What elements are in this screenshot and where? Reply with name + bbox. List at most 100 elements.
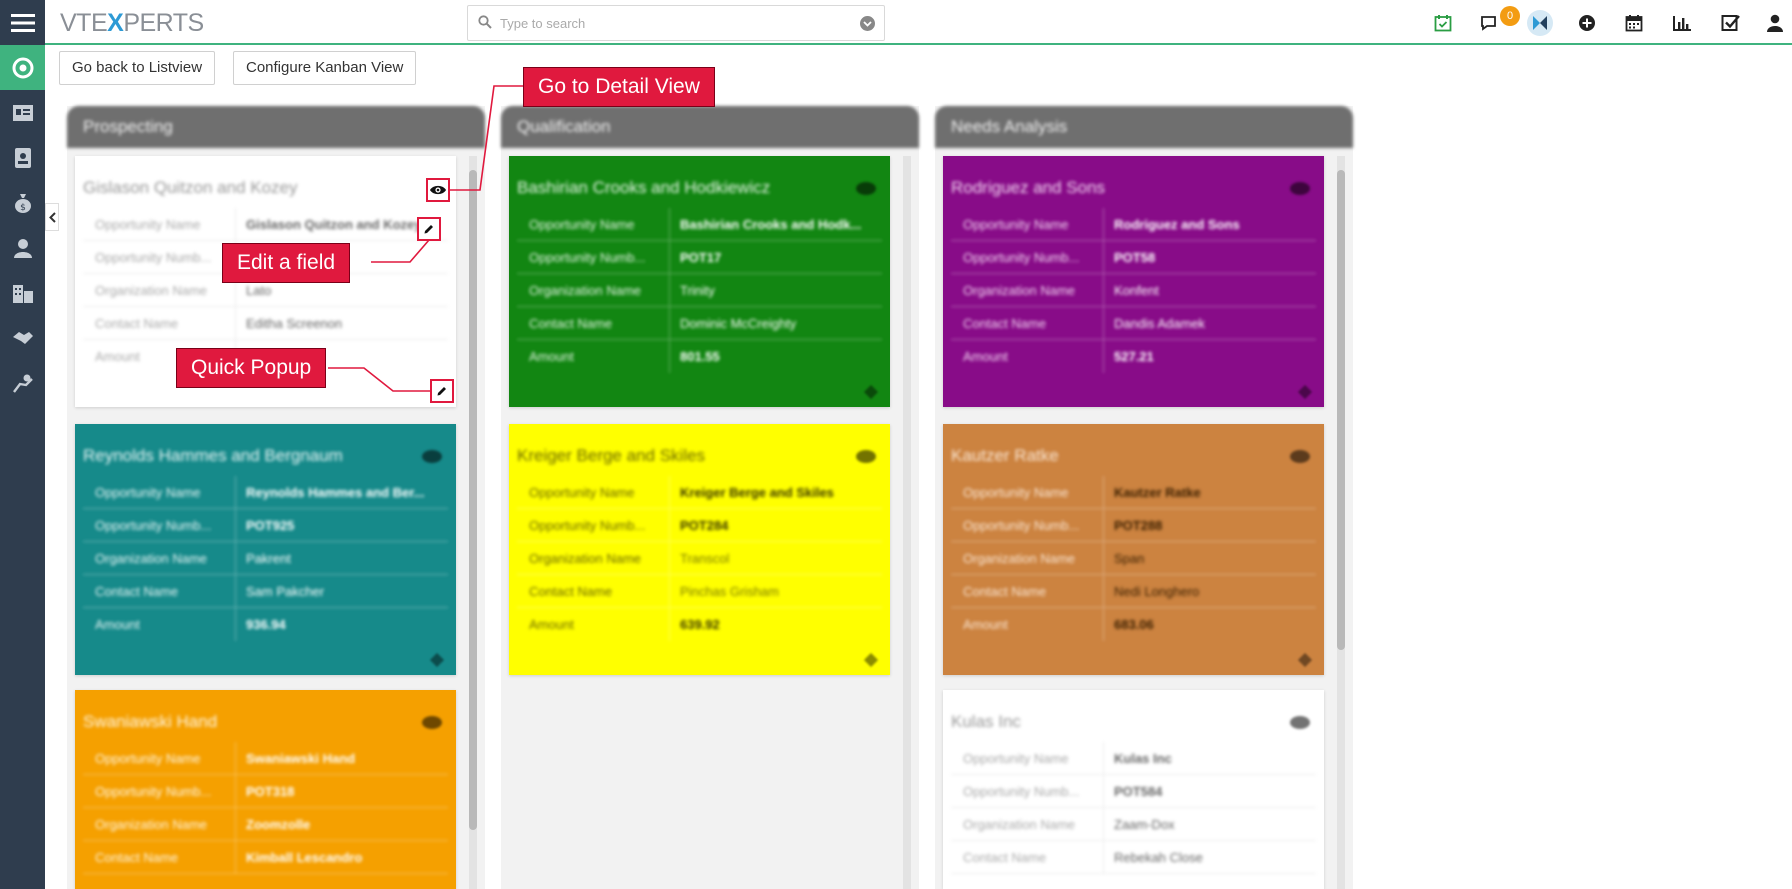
field-value[interactable]: POT284 [670, 509, 882, 541]
calendar-icon[interactable] [1623, 12, 1645, 34]
field-value[interactable]: 936.94 [236, 608, 448, 641]
column-scrollbar[interactable] [1337, 156, 1345, 889]
kanban-card[interactable]: Kautzer Ratke Opportunity Name Kautzer Ra… [943, 424, 1324, 675]
field-value[interactable]: 801.55 [670, 340, 882, 373]
quick-edit-pencil-icon[interactable] [1297, 652, 1313, 668]
configure-kanban-view-button[interactable]: Configure Kanban View [233, 51, 417, 85]
field-value[interactable]: POT318 [236, 775, 448, 807]
go-to-detail-view-button[interactable] [426, 178, 450, 202]
field-value[interactable]: 639.92 [670, 608, 882, 641]
field-value-link[interactable]: Sam Pakcher [236, 575, 448, 607]
card-footer [83, 641, 448, 668]
column-scrollbar[interactable] [903, 156, 911, 889]
column-scrollbar[interactable] [469, 156, 477, 889]
field-value-link[interactable]: Dominic McCreighty [670, 307, 882, 339]
column-scrollbar-thumb[interactable] [469, 170, 477, 830]
search-input[interactable] [500, 12, 850, 34]
view-eye-icon[interactable] [422, 450, 442, 463]
card-title: Bashirian Crooks and Hodkiewicz [517, 178, 771, 197]
field-value-link[interactable]: Nedi Longhero [1104, 575, 1316, 607]
field-value[interactable]: POT17 [670, 241, 882, 273]
collapse-sidebar-toggle[interactable] [45, 203, 59, 231]
field-value[interactable]: POT58 [1104, 241, 1316, 273]
pencil-icon [437, 387, 446, 396]
quick-popup-button[interactable] [430, 379, 454, 403]
calendar-check-icon[interactable] [1432, 12, 1454, 34]
quick-edit-pencil-icon[interactable] [1297, 384, 1313, 400]
field-label: Opportunity Name [951, 742, 1104, 774]
field-value[interactable]: Bashirian Crooks and Hodk... [670, 208, 882, 240]
sidebar-item-address-book[interactable] [0, 135, 45, 180]
field-value-link[interactable]: Zaam-Dox [1104, 808, 1316, 840]
field-value[interactable]: POT584 [1104, 775, 1316, 807]
field-label: Organization Name [83, 808, 236, 840]
field-label: Opportunity Numb... [83, 509, 236, 541]
task-checkbox-icon[interactable] [1720, 12, 1742, 34]
quick-edit-pencil-icon[interactable] [429, 652, 445, 668]
quick-edit-pencil-icon[interactable] [863, 652, 879, 668]
kanban-card[interactable]: Kulas Inc Opportunity Name Kulas Inc Oppo… [943, 690, 1324, 889]
view-eye-icon[interactable] [1290, 716, 1310, 729]
chat-icon[interactable] [1479, 12, 1501, 34]
field-label: Amount [517, 608, 670, 641]
field-value-link[interactable]: Pakrent [236, 542, 448, 574]
edit-field-button[interactable] [417, 217, 441, 241]
field-value[interactable]: Swaniawski Hand [236, 742, 448, 774]
field-value[interactable]: Kulas Inc [1104, 742, 1316, 774]
sidebar-item-sales[interactable] [0, 360, 45, 405]
sidebar-item-deals[interactable] [0, 315, 45, 360]
card-field-row: Organization Name Transcol [517, 542, 882, 575]
sidebar-item-users[interactable] [0, 225, 45, 270]
field-label: Organization Name [517, 274, 670, 306]
kanban-card[interactable]: Reynolds Hammes and Bergnaum Opportunity… [75, 424, 456, 675]
kanban-card[interactable]: Swaniawski Hand Opportunity Name Swaniaws… [75, 690, 456, 889]
sidebar-item-opportunities[interactable] [0, 45, 45, 90]
view-eye-icon[interactable] [422, 716, 442, 729]
add-circle-icon[interactable] [1576, 12, 1598, 34]
field-value[interactable]: POT288 [1104, 509, 1316, 541]
sidebar-item-contacts-card[interactable] [0, 90, 45, 135]
field-value-link[interactable]: Pinchas Grisham [670, 575, 882, 607]
view-eye-icon[interactable] [1290, 450, 1310, 463]
card-field-row: Contact Name Dominic McCreighty [517, 307, 882, 340]
search-options-chevron-icon[interactable] [860, 16, 875, 31]
view-eye-icon[interactable] [856, 450, 876, 463]
field-value[interactable]: Reynolds Hammes and Ber... [236, 476, 448, 508]
back-to-listview-button[interactable]: Go back to Listview [59, 51, 216, 85]
column-scrollbar-thumb[interactable] [1337, 170, 1345, 650]
field-value[interactable]: 683.06 [1104, 608, 1316, 641]
quick-edit-pencil-icon[interactable] [863, 384, 879, 400]
kanban-card[interactable]: Bashirian Crooks and Hodkiewicz Opportun… [509, 156, 890, 407]
callout-quick-popup: Quick Popup [176, 348, 327, 388]
kanban-card[interactable]: Kreiger Berge and Skiles Opportunity Nam… [509, 424, 890, 675]
field-value-link[interactable]: Rebekah Close [1104, 841, 1316, 873]
hamburger-menu-icon[interactable] [0, 0, 45, 45]
field-value-link[interactable]: Transcol [670, 542, 882, 574]
kanban-card[interactable]: Rodriguez and Sons Opportunity Name Rodri… [943, 156, 1324, 407]
field-label: Contact Name [951, 307, 1104, 339]
view-eye-icon[interactable] [856, 182, 876, 195]
field-value-link[interactable]: Span [1104, 542, 1316, 574]
field-value-link[interactable]: Trinity [670, 274, 882, 306]
field-value[interactable]: Zoomzolle [236, 808, 448, 840]
view-eye-icon[interactable] [1290, 182, 1310, 195]
card-title: Kreiger Berge and Skiles [517, 446, 706, 465]
field-value[interactable]: Kimball Lescandro [236, 841, 448, 873]
bar-chart-icon[interactable] [1671, 12, 1693, 34]
field-value[interactable]: Rodriguez and Sons [1104, 208, 1316, 240]
field-label: Opportunity Numb... [517, 509, 670, 541]
sidebar-item-organizations[interactable] [0, 270, 45, 315]
sidebar-item-money[interactable]: $ [0, 180, 45, 225]
user-icon [13, 238, 32, 258]
vtex-app-icon[interactable] [1527, 10, 1553, 36]
card-field-row: Organization Name Konfent [951, 274, 1316, 307]
field-value[interactable]: Kreiger Berge and Skiles [670, 476, 882, 508]
card-field-row: Opportunity Name Bashirian Crooks and Hod… [517, 208, 882, 241]
field-value[interactable]: Kautzer Ratke [1104, 476, 1316, 508]
field-value-link[interactable]: Dandis Adamek [1104, 307, 1316, 339]
field-value-link[interactable]: Editha Screenon [236, 307, 448, 339]
field-value-link[interactable]: Konfent [1104, 274, 1316, 306]
field-value[interactable]: 527.21 [1104, 340, 1316, 373]
user-profile-icon[interactable] [1764, 12, 1786, 34]
field-value[interactable]: POT925 [236, 509, 448, 541]
